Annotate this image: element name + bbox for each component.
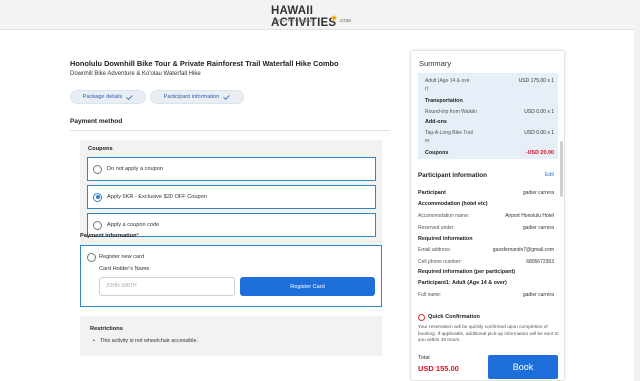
step-package-details[interactable]: Package details: [70, 90, 146, 104]
tour-subtitle: Downhill Bike Adventure & Ko'olau Waterf…: [70, 71, 201, 77]
payment-method-heading: Payment method: [70, 118, 123, 125]
checkmark-icon: [126, 94, 134, 100]
step-label: Participant information: [163, 94, 220, 100]
checkmark-icon: [223, 94, 231, 100]
total-value: USD 155.00: [418, 364, 459, 373]
coupons-heading: Coupons: [88, 146, 113, 152]
reserved-under-value: gadier carrera: [522, 225, 554, 231]
email-label: Email address:: [418, 247, 452, 253]
participant1-heading: Participant1: Adult (Age 14 & over): [418, 280, 507, 286]
hawaii-activities-logo[interactable]: HAWAII ACTIVITIES A VELTRA Company .COM: [271, 4, 371, 29]
full-name-value: gadier carrera: [522, 292, 554, 298]
adult-label-cont: r): [425, 86, 429, 92]
step-label: Package details: [82, 94, 123, 100]
summary-panel: Summary Adult (Age 14 & ove r) USD 175.0…: [410, 50, 565, 381]
coupons-label: Coupons: [425, 150, 449, 156]
participant-value: gadier carrera: [522, 190, 554, 196]
logo-com-text: .COM: [339, 18, 351, 23]
coupon-option-label: Apply a coupon code: [107, 222, 160, 228]
phone-label: Cell phone number:: [418, 259, 462, 265]
top-bar: HAWAII ACTIVITIES A VELTRA Company .COM: [0, 0, 640, 30]
summary-heading: Summary: [419, 59, 452, 68]
transportation-heading: Transportation: [425, 98, 463, 104]
logo-text: HAWAII ACTIVITIES: [271, 5, 337, 29]
email-value: gaosfernando7@gmail.com: [492, 247, 554, 253]
radio-button-selected[interactable]: [93, 192, 102, 202]
transport-label: Round-trip from Waikiki: [425, 109, 477, 115]
step-participant-information[interactable]: Participant information: [150, 90, 244, 104]
full-name-label: Full name:: [418, 292, 442, 298]
total-label: Total: [418, 355, 430, 361]
logo-subtext: A VELTRA Company: [273, 18, 315, 23]
transport-value: USD 0.00 x 1: [524, 109, 554, 115]
addon-value: USD 0.00 x 1: [524, 130, 554, 136]
register-card-label: Register new card: [99, 254, 145, 260]
coupon-option-none[interactable]: Do not apply a coupon: [87, 157, 376, 181]
register-card-button[interactable]: Register Card: [240, 277, 375, 296]
divider: [70, 130, 390, 131]
restrictions-heading: Restrictions: [90, 326, 123, 332]
adult-label: Adult (Age 14 & ove: [425, 78, 470, 84]
addon-label-cont: er: [425, 138, 430, 144]
coupons-value: -USD 20.00: [525, 150, 554, 156]
restrictions-panel: Restrictions This activity is not wheelc…: [80, 316, 382, 356]
summary-scrollbar[interactable]: [560, 141, 563, 197]
radio-button[interactable]: [93, 164, 102, 174]
reserved-under-label: Reserved under:: [418, 225, 455, 231]
coupon-option-label: Apply 6KR - Exclusive $20 OFF Coupon: [107, 194, 207, 200]
accommodation-heading: Accommodation (hotel etc): [418, 201, 488, 207]
participant-info-heading: Participant information: [418, 172, 487, 179]
quick-confirmation-heading: Quick Confirmation: [428, 314, 480, 320]
addon-label: Tag-A-Long Bike Trail: [425, 130, 473, 136]
phone-value: 6806672363: [526, 259, 554, 265]
participant-label: Participant: [418, 190, 446, 196]
page-scrollbar[interactable]: [634, 0, 640, 381]
flower-icon: [331, 15, 337, 21]
book-button[interactable]: Book: [488, 355, 558, 379]
adult-value: USD 175.00 x 1: [518, 78, 554, 84]
register-card-radio[interactable]: [87, 253, 96, 262]
addons-heading: Add-ons: [425, 119, 447, 125]
summary-scroll-area[interactable]: Adult (Age 14 & ove r) USD 175.00 x 1 Tr…: [411, 73, 564, 380]
clock-icon: [418, 314, 425, 321]
accommodation-name-value: Airport Honolulu Hotel: [505, 213, 554, 219]
edit-link[interactable]: Edit: [545, 172, 554, 178]
per-participant-heading: Required information (per participant): [418, 269, 516, 275]
card-holder-label: Card Holder's Name: [99, 266, 150, 272]
radio-button[interactable]: [93, 220, 102, 230]
payment-card-panel: Register new card Card Holder's Name JOH…: [80, 245, 382, 307]
tour-title: Honolulu Downhill Bike Tour & Private Ra…: [70, 59, 339, 68]
summary-price-band: [418, 73, 558, 159]
restriction-item: This activity is not wheelchair accessib…: [93, 338, 198, 344]
payment-information-label: Payment information: [80, 233, 137, 239]
quick-confirmation-text: Your reservation will be quickly confirm…: [418, 325, 559, 344]
payment-information-heading: Payment information*: [80, 233, 139, 239]
accommodation-name-label: Accommodation name:: [418, 213, 470, 219]
required-info-heading: Required information: [418, 236, 473, 242]
coupon-option-6kr[interactable]: Apply 6KR - Exclusive $20 OFF Coupon: [87, 185, 376, 209]
card-holder-input[interactable]: JOHN SMITH: [99, 277, 235, 296]
required-mark: *: [136, 233, 139, 239]
coupon-option-label: Do not apply a coupon: [107, 166, 163, 172]
